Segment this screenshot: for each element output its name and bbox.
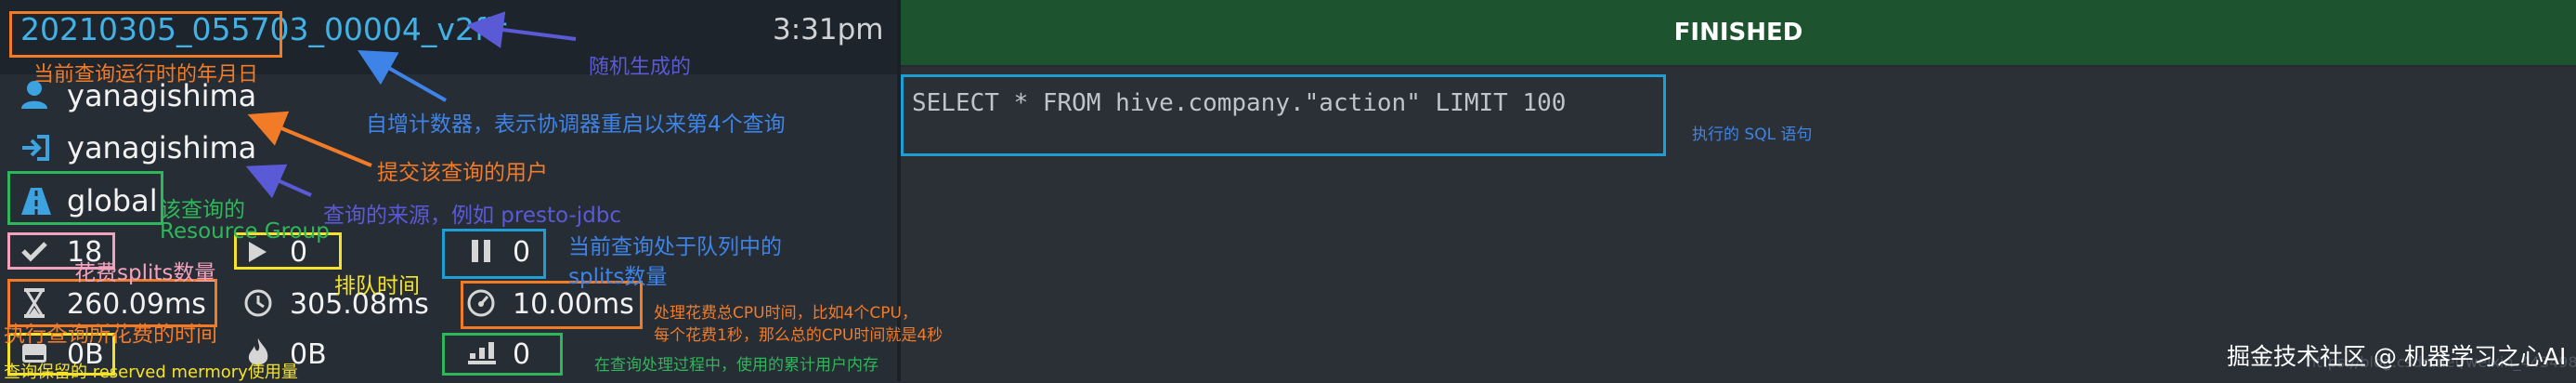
annotation-cumulative-memory: 在查询处理过程中，使用的累计用户内存 <box>594 356 878 375</box>
annotation-queued-splits-2: splits数量 <box>568 265 668 289</box>
annotation-elapsed: 执行查询所花费的时间 <box>4 323 217 347</box>
annotation-counter: 自增计数器，表示协调器重启以来第4个查询 <box>366 112 786 137</box>
annotation-reserved-memory: 查询保留的 reserved mermory使用量 <box>4 363 298 382</box>
annotation-user: 提交该查询的用户 <box>377 161 548 185</box>
annotation-cpu-2: 每个花费1秒，那么总的CPU时间就是4秒 <box>654 326 943 345</box>
annotation-random: 随机生成的 <box>589 56 692 79</box>
annotation-arrows <box>245 11 577 199</box>
watermark-main: 掘金技术社区 @ 机器学习之心AI <box>2227 343 2567 370</box>
annotation-resource-group-1: 该查询的 <box>160 198 245 222</box>
annotation-completed-splits: 花费splits数量 <box>74 261 216 285</box>
annotation-resource-group-2: Resource Group <box>160 219 330 244</box>
annotation-queued-splits-1: 当前查询处于队列中的 <box>568 235 782 259</box>
annotation-queue-time: 排队时间 <box>334 274 420 298</box>
annotation-date: 当前查询运行时的年月日 <box>33 63 259 86</box>
annotation-source: 查询的来源，例如 presto-jdbc <box>323 204 622 228</box>
annotation-cpu-1: 处理花费总CPU时间，比如4个CPU， <box>654 304 917 323</box>
annotation-sql: 执行的 SQL 语句 <box>1692 125 1813 144</box>
